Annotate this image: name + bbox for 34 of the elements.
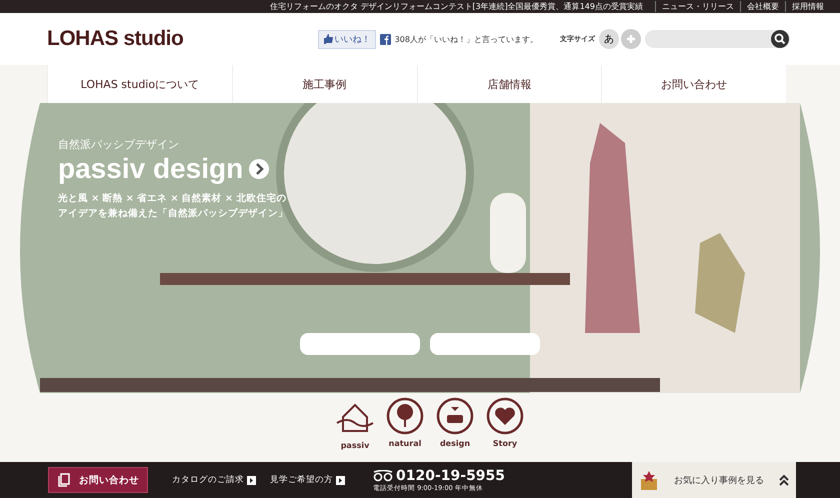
- top-link[interactable]: ニュース・リリース: [655, 1, 740, 12]
- feature-link[interactable]: design: [435, 397, 475, 450]
- document-icon: [57, 473, 71, 487]
- contact-button[interactable]: お問い合わせ: [48, 467, 148, 493]
- search-icon: [771, 30, 789, 48]
- like-button[interactable]: いいね！: [318, 30, 376, 48]
- top-link[interactable]: 採用情報: [785, 1, 830, 12]
- search-field[interactable]: [645, 30, 790, 48]
- hero-description-line: 光と風 × 断熱 × 省エネ × 自然素材 × 北欧住宅の: [58, 192, 286, 206]
- font-size-button[interactable]: あ: [599, 29, 619, 49]
- top-link[interactable]: 会社概要: [740, 1, 785, 12]
- tagline: 住宅リフォームのオクタ デザインリフォームコンテスト[3年連続]全国最優秀賞、通算149点の受賞実績: [270, 1, 643, 12]
- arrow-right-icon: [336, 476, 345, 484]
- logo[interactable]: LOHAS studio: [47, 27, 184, 51]
- like-count: 308人が「いいね！」と言っています。: [394, 34, 538, 44]
- arrow-right-icon: [247, 476, 256, 484]
- bottom-link[interactable]: カタログのご請求: [172, 474, 256, 486]
- double-chevron-up-icon: [778, 474, 790, 486]
- feature-link[interactable]: natural: [385, 397, 425, 450]
- hero-description-line: アイデアを兼ね備えた「自然派パッシブデザイン」: [58, 206, 288, 221]
- sofa-icon: [436, 397, 474, 435]
- favorites-button[interactable]: お気に入り事例を見る: [632, 462, 796, 498]
- arrow-right-icon: [249, 159, 270, 180]
- bottom-link[interactable]: 見学ご希望の方: [270, 474, 345, 486]
- phone-number: 0120-19-5955: [396, 468, 506, 484]
- facebook-icon: [380, 34, 391, 44]
- feature-link[interactable]: passiv: [335, 397, 375, 450]
- gift-box-icon: [638, 469, 660, 491]
- tree-icon: [386, 397, 424, 435]
- free-dial-icon: [373, 470, 393, 482]
- feature-link[interactable]: Story: [485, 397, 525, 450]
- plus-icon: [626, 34, 636, 44]
- hero-subtitle: 自然派パッシブデザイン: [58, 137, 180, 152]
- thumbs-up-icon: [322, 34, 333, 44]
